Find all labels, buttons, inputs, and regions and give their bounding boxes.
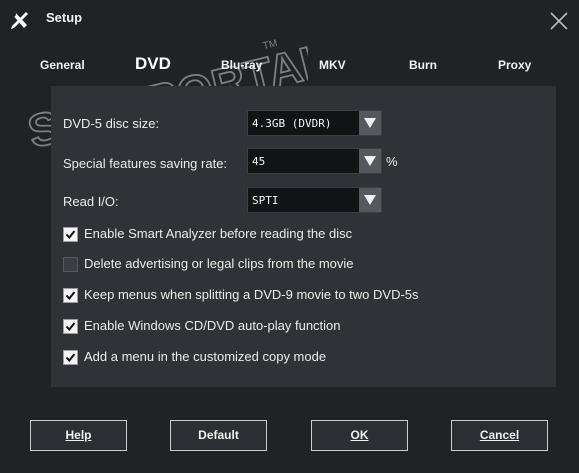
checkbox-box[interactable] (63, 257, 78, 272)
read-io-label: Read I/O: (63, 194, 119, 209)
cancel-button-label: Cancel (479, 428, 520, 442)
checkbox-box[interactable] (63, 288, 78, 303)
read-io-value: SPTI (252, 194, 279, 207)
checkbox-box[interactable] (63, 227, 78, 242)
saving-rate-select[interactable]: 45 (247, 148, 382, 174)
saving-rate-unit: % (386, 154, 398, 169)
tab-mkv[interactable]: MKV (319, 58, 346, 72)
checkmark-icon (65, 353, 76, 363)
saving-rate-dropdown-button[interactable] (359, 149, 381, 173)
tab-blu-ray[interactable]: Blu-ray (221, 58, 262, 72)
ok-button[interactable]: OK (311, 420, 408, 451)
read-io-select[interactable]: SPTI (247, 187, 382, 213)
checkbox-box[interactable] (63, 350, 78, 365)
checkbox-label: Keep menus when splitting a DVD-9 movie … (84, 287, 419, 302)
checkmark-icon (65, 230, 76, 240)
checkmark-icon (65, 291, 76, 301)
saving-rate-value: 45 (252, 155, 266, 168)
window-title: Setup (46, 10, 83, 25)
checkmark-icon (65, 322, 76, 332)
disc-size-dropdown-button[interactable] (359, 111, 381, 135)
saving-rate-label: Special features saving rate: (63, 156, 228, 171)
checkbox-label: Delete advertising or legal clips from t… (84, 256, 354, 271)
tab-proxy[interactable]: Proxy (498, 58, 531, 72)
watermark-tm: TM (262, 38, 279, 52)
disc-size-select[interactable]: 4.3GB (DVDR) (247, 110, 382, 136)
tab-dvd[interactable]: DVD (135, 54, 171, 74)
checkbox-label: Add a menu in the customized copy mode (84, 349, 327, 364)
cancel-button[interactable]: Cancel (451, 420, 548, 451)
disc-size-label: DVD-5 disc size: (63, 116, 160, 131)
tab-bar: General DVD Blu-ray MKV Burn Proxy (0, 54, 579, 86)
chevron-down-icon (364, 156, 376, 166)
help-button-label: Help (65, 428, 92, 442)
help-button[interactable]: Help (30, 420, 127, 451)
tools-icon (10, 11, 28, 29)
default-button[interactable]: Default (170, 420, 267, 451)
title-bar: Setup (0, 0, 579, 40)
chevron-down-icon (364, 118, 376, 128)
tab-general[interactable]: General (40, 58, 85, 72)
default-button-label: Default (198, 428, 239, 442)
read-io-dropdown-button[interactable] (359, 188, 381, 212)
checkbox-label: Enable Smart Analyzer before reading the… (84, 226, 353, 241)
chevron-down-icon (364, 195, 376, 205)
close-icon[interactable] (548, 10, 570, 32)
tab-burn[interactable]: Burn (409, 58, 437, 72)
disc-size-value: 4.3GB (DVDR) (252, 117, 332, 130)
ok-button-label: OK (350, 428, 369, 442)
checkbox-box[interactable] (63, 319, 78, 334)
checkbox-label: Enable Windows CD/DVD auto-play function (84, 318, 341, 333)
